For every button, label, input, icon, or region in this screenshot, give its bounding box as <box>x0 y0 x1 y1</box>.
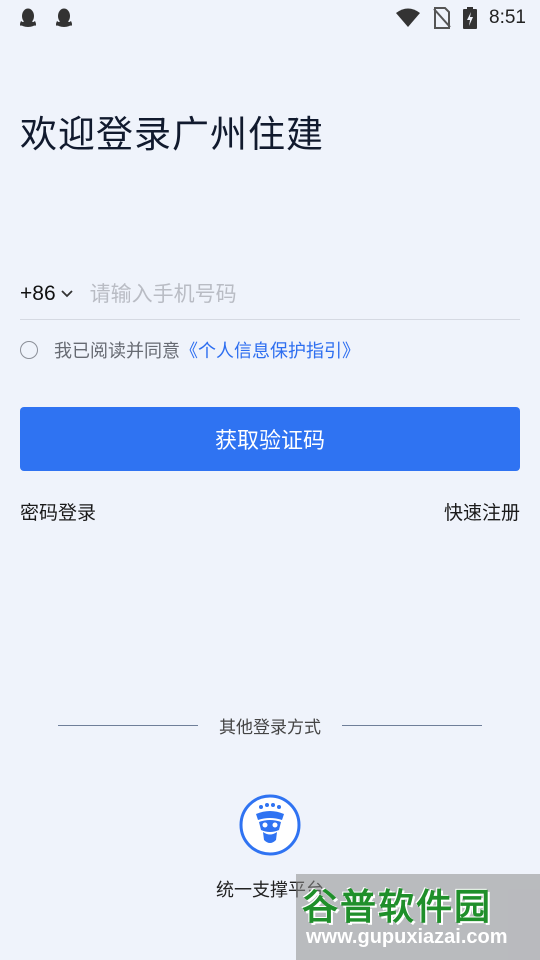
watermark-brand: 谷普软件园 <box>302 887 493 928</box>
status-left <box>18 7 74 29</box>
agreement-prefix: 我已阅读并同意 <box>54 341 180 362</box>
page-title: 欢迎登录广州住建 <box>20 113 324 156</box>
phone-number-input[interactable] <box>89 273 520 314</box>
battery-charging-icon <box>463 7 478 29</box>
agreement-row: 我已阅读并同意 《个人信息保护指引》 <box>20 335 360 365</box>
get-verification-code-button[interactable]: 获取验证码 <box>20 407 520 471</box>
qq-icon <box>18 7 38 29</box>
quick-register-link[interactable]: 快速注册 <box>444 498 520 525</box>
watermark-url: www.gupuxiazai.com <box>306 926 508 948</box>
status-bar: 8:51 <box>0 0 540 36</box>
country-code-label: +86 <box>20 281 56 305</box>
country-code-selector[interactable]: +86 <box>20 282 74 306</box>
other-login-label: 其他登录方式 <box>219 717 321 738</box>
agreement-radio[interactable] <box>20 341 38 359</box>
chevron-down-icon <box>60 289 74 299</box>
password-login-link[interactable]: 密码登录 <box>20 498 96 525</box>
wifi-icon <box>395 8 421 28</box>
status-right: 8:51 <box>395 7 526 29</box>
divider-line-right <box>342 724 482 726</box>
unified-platform-icon[interactable] <box>239 794 301 856</box>
status-time: 8:51 <box>489 7 526 28</box>
watermark: 谷普软件园 www.gupuxiazai.com <box>296 874 540 960</box>
no-sim-icon <box>433 7 451 29</box>
qq-icon <box>54 7 74 29</box>
divider-line-left <box>58 724 198 726</box>
phone-input-row: +86 <box>20 268 520 320</box>
privacy-guide-link[interactable]: 《个人信息保护指引》 <box>180 337 360 363</box>
other-login-divider: 其他登录方式 <box>58 712 482 738</box>
